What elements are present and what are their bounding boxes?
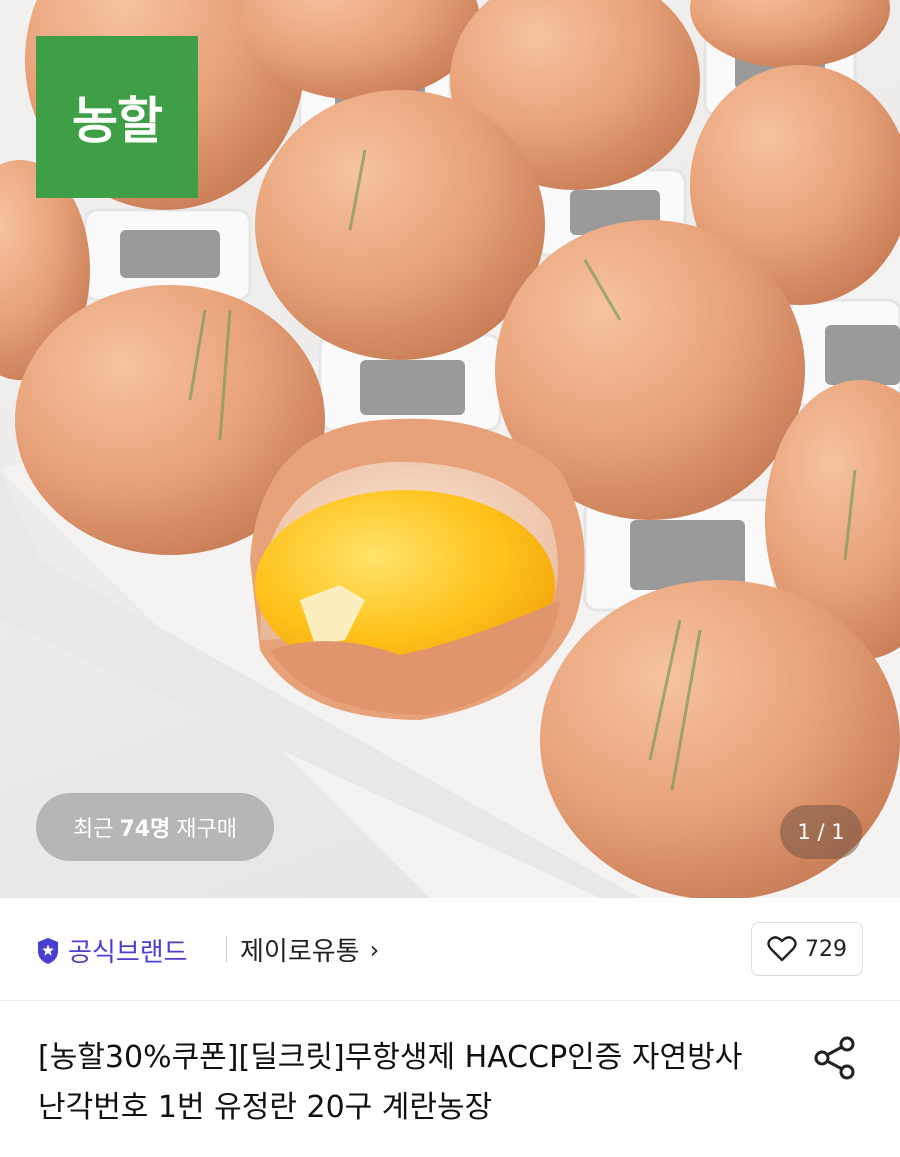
brand-divider bbox=[226, 936, 227, 962]
heart-icon bbox=[767, 936, 797, 962]
brand-row: 공식브랜드 제이로유통 › 729 bbox=[0, 898, 900, 1001]
repurchase-badge: 최근 74명 재구매 bbox=[36, 793, 274, 861]
seller-name: 제이로유통 bbox=[240, 937, 360, 967]
product-title: [농할30%쿠폰][딜크릿]무항생제 HACCP인증 자연방사 난각번호 1번 … bbox=[38, 1040, 743, 1125]
wishlist-count: 729 bbox=[805, 936, 847, 962]
repurchase-prefix: 최근 bbox=[72, 817, 114, 842]
brand-logo: 농할 bbox=[36, 36, 198, 198]
share-icon[interactable] bbox=[810, 1035, 860, 1081]
brand-logo-text: 농할 bbox=[72, 92, 163, 150]
repurchase-count: 74명 bbox=[119, 817, 171, 842]
shield-star-icon bbox=[38, 937, 58, 964]
product-title-section: [농할30%쿠폰][딜크릿]무항생제 HACCP인증 자연방사 난각번호 1번 … bbox=[0, 1001, 900, 1157]
wishlist-button[interactable]: 729 bbox=[751, 922, 863, 976]
product-image-carousel[interactable]: 농할 최근 74명 재구매 1 / 1 bbox=[0, 0, 900, 898]
chevron-right-icon: › bbox=[369, 935, 380, 964]
image-page-indicator: 1 / 1 bbox=[780, 805, 862, 859]
repurchase-suffix: 재구매 bbox=[176, 817, 238, 842]
seller-link[interactable]: 제이로유통 › bbox=[240, 931, 379, 968]
official-brand-badge[interactable]: 공식브랜드 bbox=[36, 932, 188, 969]
official-brand-label: 공식브랜드 bbox=[68, 938, 188, 968]
